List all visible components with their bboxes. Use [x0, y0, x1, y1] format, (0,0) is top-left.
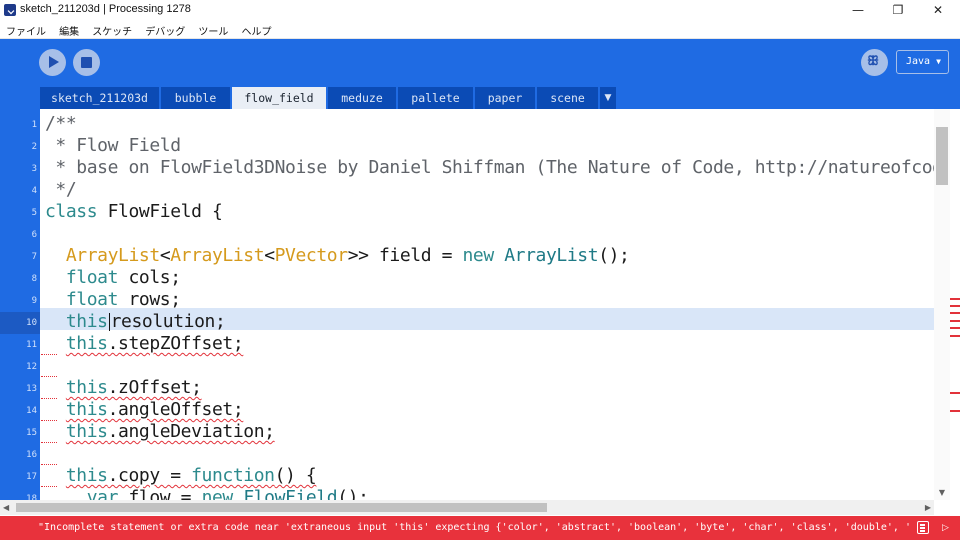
code-line-13: this.zOffset;	[65, 377, 202, 398]
tab-bubble[interactable]: bubble	[161, 87, 230, 109]
mode-label: Java	[906, 56, 931, 67]
code-line-8: float cols;	[65, 267, 181, 288]
error-stripe[interactable]	[950, 298, 960, 300]
minimize-button[interactable]: —	[838, 0, 878, 20]
line-number: 7	[31, 252, 37, 262]
code-line-18: var flow = new FlowField();	[86, 487, 369, 500]
line-number: 13	[26, 384, 37, 394]
copy-icon[interactable]	[917, 521, 929, 534]
text-cursor	[108, 313, 110, 331]
tab-pallete[interactable]: pallete	[398, 87, 473, 109]
scroll-left-icon[interactable]: ◀	[3, 500, 13, 515]
chevron-down-icon: ▼	[936, 57, 941, 66]
toolbar: ꕥ Java ▼	[0, 39, 960, 87]
code-line-3: * base on FlowField3DNoise by Daniel Shi…	[45, 157, 960, 178]
code-editor[interactable]: 1 2 3 4 5 6 7 8 9 10 11 12 13 14 15 16 1…	[0, 109, 960, 500]
tab-paper[interactable]: paper	[475, 87, 535, 109]
line-number: 1	[31, 120, 37, 130]
line-number-current: 10	[0, 312, 40, 334]
window-title: sketch_211203d | Processing 1278	[20, 3, 191, 15]
horizontal-scroll-thumb[interactable]	[16, 503, 547, 512]
line-number: 4	[31, 186, 37, 196]
code-line-14: this.angleOffset;	[65, 399, 244, 420]
line-number: 9	[31, 296, 37, 306]
error-stripe[interactable]	[950, 410, 960, 412]
line-number: 15	[26, 428, 37, 438]
stop-icon	[81, 57, 92, 68]
line-number: 5	[31, 208, 37, 218]
error-stripe[interactable]	[950, 335, 960, 337]
next-error-icon[interactable]: ▷	[942, 516, 949, 540]
error-status-bar: "Incomplete statement or extra code near…	[0, 516, 960, 540]
code-line-15: this.angleDeviation;	[65, 421, 275, 442]
code-line-11: this.stepZOffset;	[65, 333, 244, 354]
mode-selector[interactable]: Java ▼	[896, 50, 949, 74]
line-number-gutter: 1 2 3 4 5 6 7 8 9 10 11 12 13 14 15 16 1…	[0, 109, 40, 500]
line-number: 14	[26, 406, 37, 416]
error-marker	[41, 483, 57, 487]
error-marker	[41, 395, 57, 399]
title-bar: sketch_211203d | Processing 1278 — ❐ ✕	[0, 0, 960, 20]
error-stripe[interactable]	[950, 312, 960, 314]
processing-app-icon	[4, 4, 16, 16]
code-line-10: this resolution;	[65, 311, 226, 332]
code-line-2: * Flow Field	[45, 135, 181, 156]
stop-button[interactable]	[73, 49, 100, 76]
play-icon	[49, 56, 59, 68]
error-marker	[41, 351, 57, 355]
error-stripe[interactable]	[950, 320, 960, 322]
error-marker	[41, 373, 57, 377]
vertical-scroll-thumb[interactable]	[936, 127, 948, 185]
line-number: 16	[26, 450, 37, 460]
line-number: 18	[26, 494, 37, 500]
line-number: 3	[31, 164, 37, 174]
menu-bar: ファイル 編集 スケッチ デバッグ ツール ヘルプ	[0, 20, 960, 39]
code-line-9: float rows;	[65, 289, 181, 310]
line-number: 6	[31, 230, 37, 240]
error-stripe[interactable]	[950, 392, 960, 394]
tab-flow-field[interactable]: flow_field	[232, 87, 326, 109]
line-number: 8	[31, 274, 37, 284]
error-message: "Incomplete statement or extra code near…	[38, 522, 910, 533]
debugger-button[interactable]: ꕥ	[861, 49, 888, 76]
line-number: 17	[26, 472, 37, 482]
error-marker	[41, 417, 57, 421]
line-number: 2	[31, 142, 37, 152]
error-stripe[interactable]	[950, 305, 960, 307]
line-number: 11	[26, 340, 37, 350]
error-marker	[41, 461, 57, 465]
code-line-5: class FlowField {	[45, 201, 223, 222]
error-stripe[interactable]	[950, 327, 960, 329]
scroll-down-icon[interactable]: ▼	[934, 486, 950, 500]
tab-scene[interactable]: scene	[537, 87, 598, 109]
code-line-7: ArrayList<ArrayList<PVector>> field = ne…	[65, 245, 630, 266]
run-button[interactable]	[39, 49, 66, 76]
line-number: 12	[26, 362, 37, 372]
horizontal-scrollbar[interactable]: ◀ ▶	[0, 500, 934, 515]
vertical-scrollbar[interactable]: ▼	[934, 109, 950, 500]
code-line-17: this.copy = function() {	[65, 465, 317, 486]
butterfly-icon: ꕥ	[867, 54, 880, 69]
tab-meduze[interactable]: meduze	[328, 87, 396, 109]
tab-sketch-211203d[interactable]: sketch_211203d	[40, 87, 159, 109]
close-button[interactable]: ✕	[918, 0, 958, 20]
maximize-button[interactable]: ❐	[878, 0, 918, 20]
code-line-1: /**	[45, 113, 77, 134]
scroll-right-icon[interactable]: ▶	[921, 500, 931, 515]
tab-bar: sketch_211203d bubble flow_field meduze …	[0, 87, 960, 109]
error-marker	[41, 439, 57, 443]
code-line-4: */	[45, 179, 77, 200]
tab-menu-button[interactable]: ▼	[600, 87, 616, 109]
